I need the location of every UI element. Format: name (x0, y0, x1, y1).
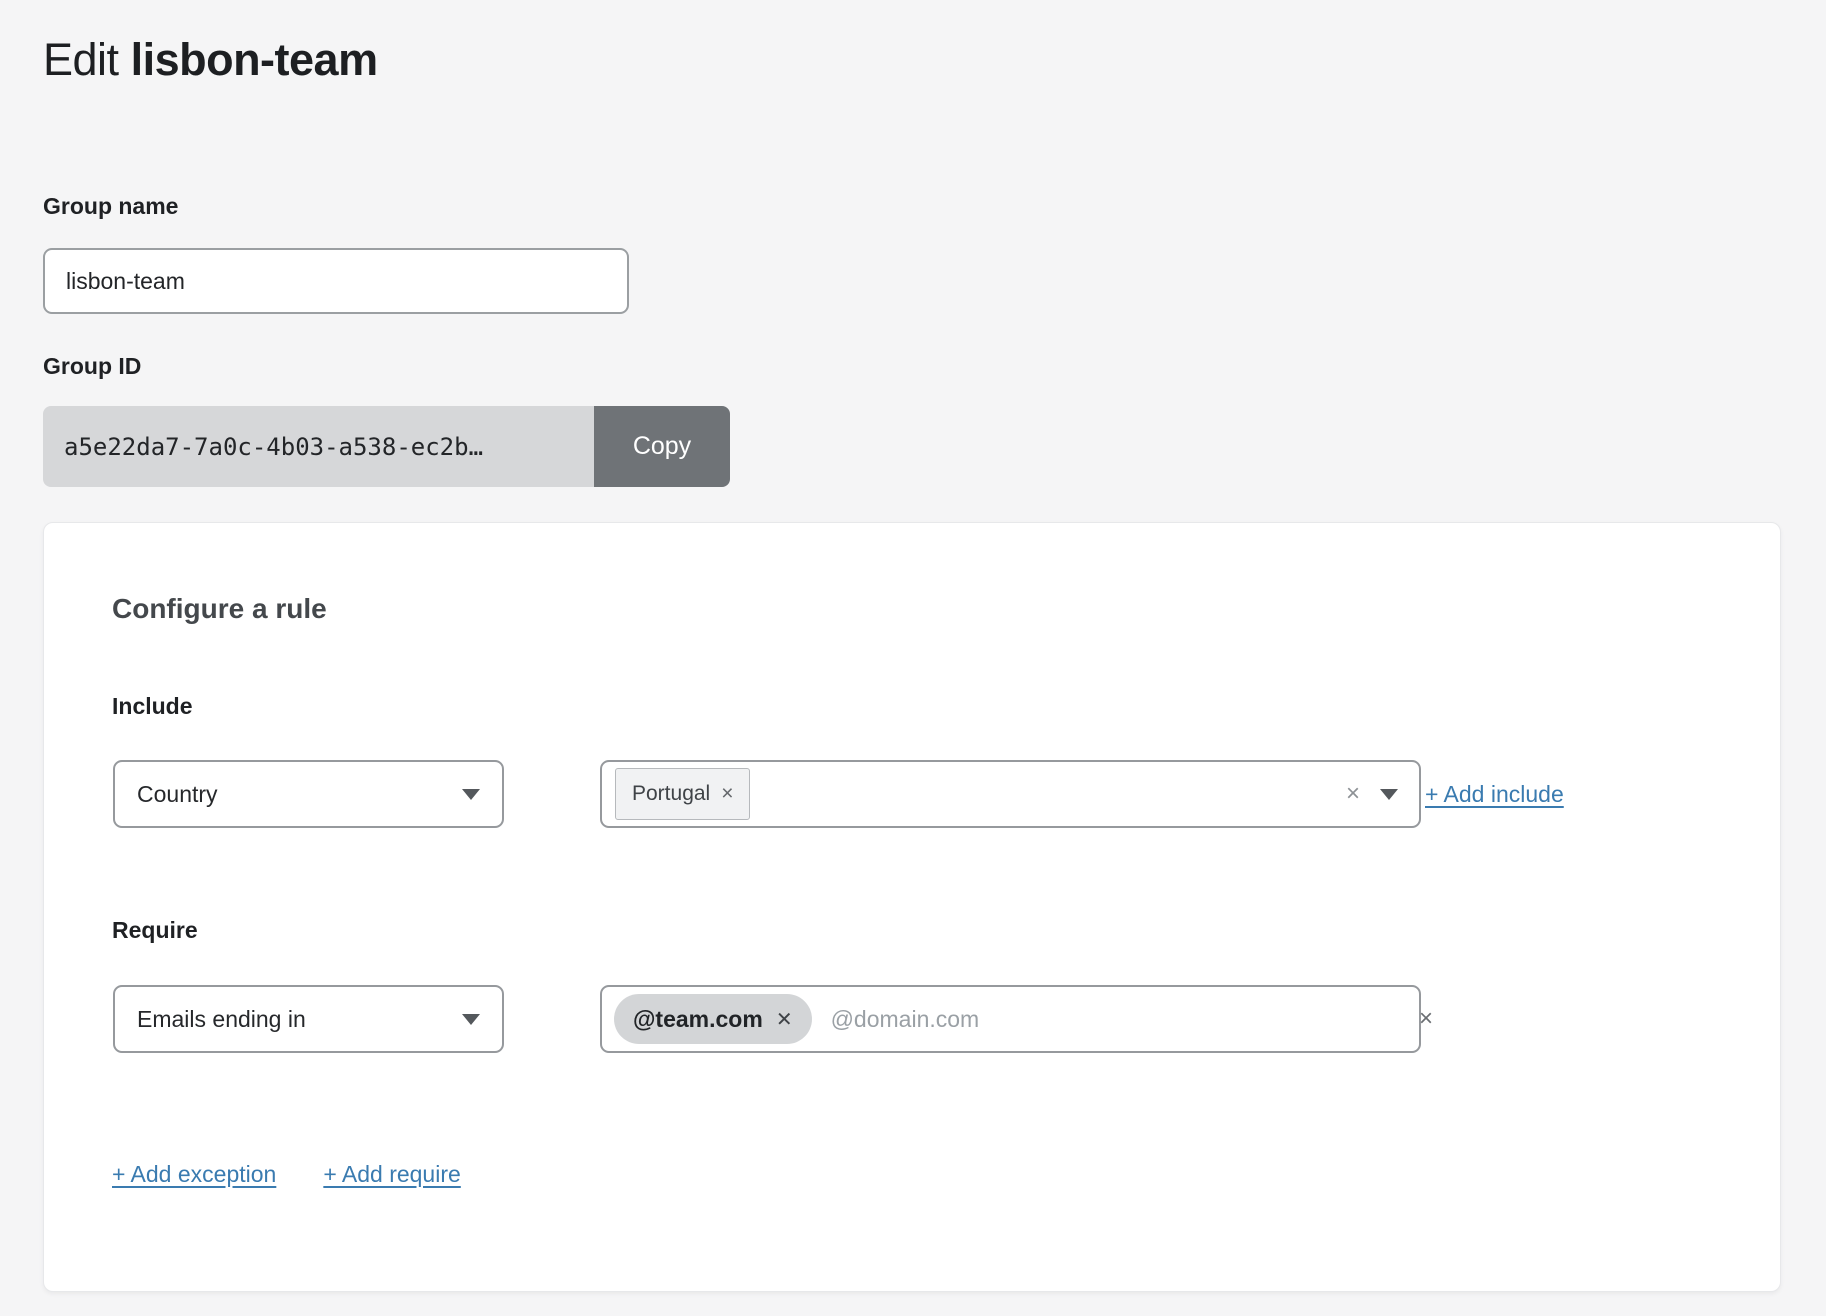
group-id-row: a5e22da7-7a0c-4b03-a538-ec2b… Copy (43, 406, 730, 487)
page-title: Edit lisbon-team (43, 33, 378, 87)
chevron-down-icon[interactable] (1380, 789, 1398, 800)
page-title-group-name: lisbon-team (131, 34, 378, 85)
group-id-label: Group ID (43, 353, 141, 380)
include-tag: Portugal × (615, 768, 750, 820)
clear-selection-icon[interactable]: × (1346, 782, 1360, 806)
include-selector-dropdown[interactable]: Country (113, 760, 504, 828)
rule-card-heading: Configure a rule (112, 593, 327, 625)
remove-tag-icon[interactable]: ✕ (776, 1007, 793, 1032)
require-rule-row: Emails ending in @team.com ✕ × (113, 985, 1714, 1053)
add-exception-link[interactable]: + Add exception (112, 1161, 276, 1188)
group-name-label: Group name (43, 193, 178, 220)
rule-footer-links: + Add exception + Add require (112, 1161, 461, 1188)
add-include-link[interactable]: + Add include (1425, 781, 1564, 808)
page-title-prefix: Edit (43, 34, 119, 85)
include-tag-label: Portugal (632, 782, 710, 806)
copy-button[interactable]: Copy (594, 406, 730, 487)
multiselect-controls: × (1346, 782, 1398, 806)
include-rule-row: Country Portugal × × + Add include (113, 760, 1714, 828)
group-name-input[interactable] (43, 248, 629, 314)
require-selector-value: Emails ending in (137, 1006, 306, 1033)
remove-tag-icon[interactable]: × (721, 782, 733, 806)
require-domain-input[interactable] (831, 1006, 1403, 1033)
require-tag-pill: @team.com ✕ (614, 994, 812, 1044)
require-value-input[interactable]: @team.com ✕ (600, 985, 1421, 1053)
include-label: Include (112, 693, 193, 720)
chevron-down-icon (462, 789, 480, 800)
remove-rule-icon[interactable]: × (1419, 1007, 1433, 1031)
rule-card: Configure a rule Include Country Portuga… (43, 522, 1781, 1292)
require-selector-dropdown[interactable]: Emails ending in (113, 985, 504, 1053)
require-tag-label: @team.com (633, 1006, 763, 1033)
add-require-link[interactable]: + Add require (323, 1161, 460, 1188)
require-label: Require (112, 917, 198, 944)
include-selector-value: Country (137, 781, 218, 808)
group-id-value: a5e22da7-7a0c-4b03-a538-ec2b… (43, 406, 594, 487)
chevron-down-icon (462, 1014, 480, 1025)
include-value-multiselect[interactable]: Portugal × × (600, 760, 1421, 828)
